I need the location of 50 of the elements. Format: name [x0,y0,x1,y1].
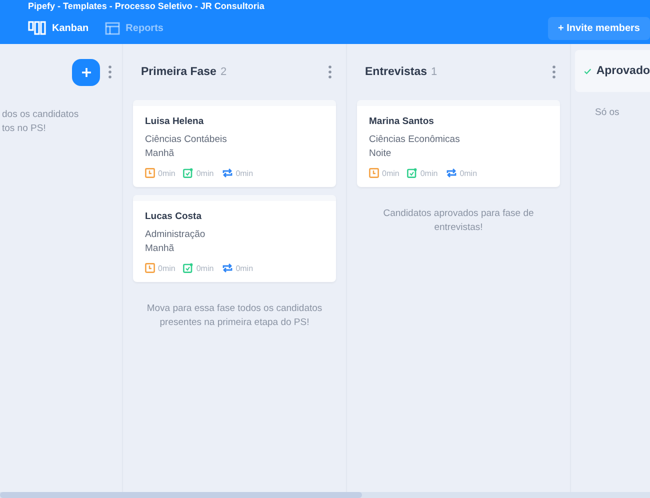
view-tab[interactable]: Kanban [28,21,89,35]
phase-description: dos os candidatos tos no PS! [1,108,80,136]
course-text: Ciências Econômicas [369,133,461,147]
candidate-card[interactable]: Marina Santos Ciências Econômicas Noite 0min 0min 0min [357,100,560,187]
more-options-icon[interactable] [108,65,112,79]
candidate-name: Lucas Costa [145,211,203,222]
shift-text: Manhã [145,242,176,256]
refresh-icon [222,168,233,178]
calendar-icon [183,263,194,273]
phase-title: Primeira Fase [141,66,216,78]
refresh-icon [222,263,233,273]
phase-title: Entrevistas [365,66,428,78]
clock-icon [369,168,379,178]
candidate-name: Luisa Helena [145,116,205,127]
card-count: 2 [220,66,227,78]
candidate-card[interactable]: Lucas Costa Administração Manhã 0min 0min 0min [133,195,336,282]
time-text: 0min [158,168,176,178]
course-text: Ciências Contábeis [145,133,228,147]
phase-description: Mova para essa fase todos os candidatos presentes na primeira etapa do PS! [146,302,324,330]
time-text: 0min [236,264,254,272]
time-text: 0min [158,264,176,272]
card-count: 1 [431,66,438,78]
clock-icon [145,263,155,273]
time-text: 0min [382,168,400,178]
time-text: 0min [460,168,478,178]
kanban-icon [28,21,46,35]
table-icon [104,22,120,34]
time-text: 0min [236,168,254,178]
calendar-icon [183,168,194,178]
scrollbar-thumb[interactable] [0,492,362,498]
check-icon [584,66,592,76]
window-title: Pipefy - Templates - Processo Seletivo - JR Consultoria [27,0,266,12]
time-text: 0min [196,264,214,272]
shift-text: Noite [369,147,392,161]
calendar-icon [407,168,418,178]
refresh-icon [446,168,457,178]
clock-icon [145,168,155,178]
more-options-icon[interactable] [552,65,556,79]
candidate-name: Marina Santos [369,116,435,127]
phase-description: Candidatos aprovados para fase de entrevistas! [382,207,535,235]
course-text: Administração [145,228,206,242]
time-text: 0min [420,168,438,178]
phase-description: Só os [594,106,620,120]
more-options-icon[interactable] [328,65,332,79]
time-text: 0min [196,168,214,178]
phase-title: Aprovado [596,65,650,77]
plus-icon [80,66,92,78]
candidate-card[interactable]: Luisa Helena Ciências Contábeis Manhã 0min 0min 0min [133,100,336,187]
shift-text: Manhã [145,147,176,161]
add-phase-button[interactable] [72,58,100,86]
